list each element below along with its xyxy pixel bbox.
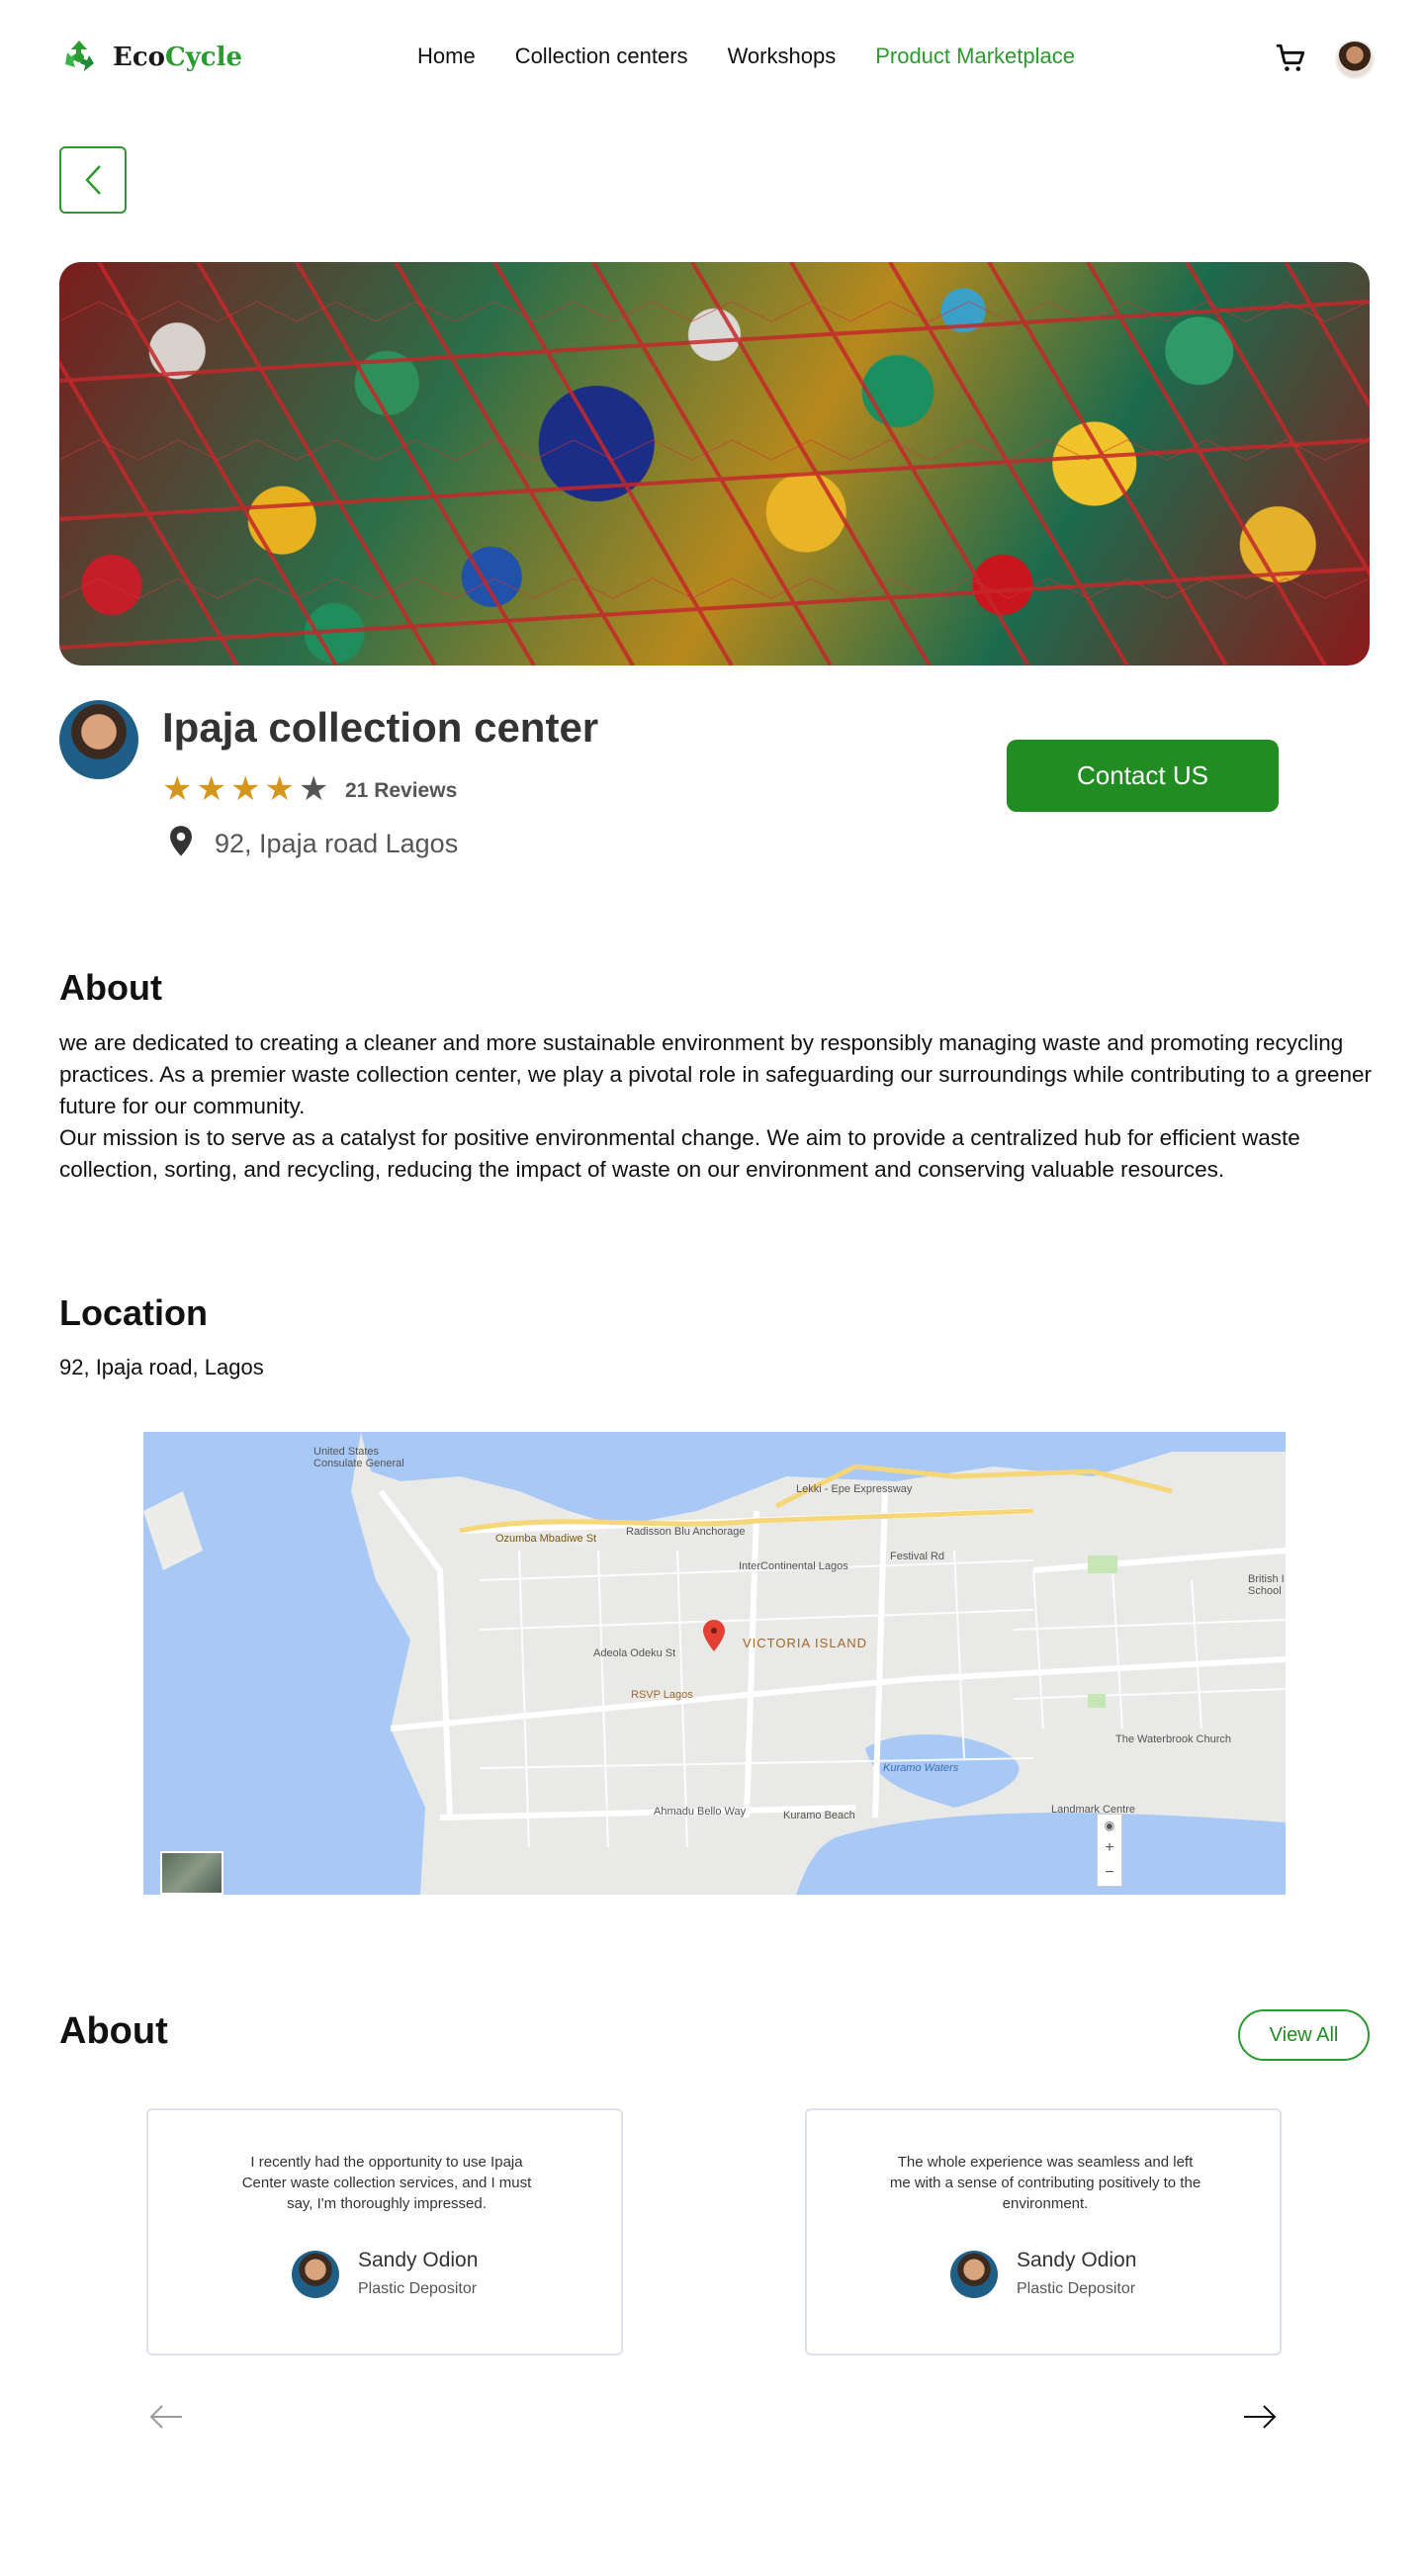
hero-image — [59, 262, 1370, 666]
location-pin-icon — [170, 826, 192, 856]
location-address: 92, Ipaja road, Lagos — [59, 1355, 264, 1379]
reviewer-role: Plastic Depositor — [358, 2280, 478, 2297]
star-icon: ★ — [264, 769, 295, 809]
map-label-landmark: Landmark Centre — [1051, 1804, 1135, 1816]
about-heading: About — [59, 967, 162, 1008]
reviews-count[interactable]: 21 Reviews — [345, 779, 457, 803]
rating-stars: ★ ★ ★ ★ ★ — [162, 772, 328, 806]
review-quote: I recently had the opportunity to use Ip… — [241, 2154, 532, 2212]
map-label-radisson: Radisson Blu Anchorage — [626, 1526, 746, 1538]
satellite-toggle[interactable] — [160, 1851, 223, 1895]
logo-text: EcoCycle — [113, 43, 243, 72]
view-all-button[interactable]: View All — [1238, 2009, 1370, 2061]
nav-link-home[interactable]: Home — [417, 44, 476, 69]
reviews-heading: About — [59, 2010, 168, 2052]
star-icon: ★ — [298, 769, 329, 809]
reviewer-name: Sandy Odion — [358, 2249, 479, 2271]
review-card: The whole experience was seamless and le… — [805, 2108, 1282, 2355]
map-label-consulate: United States Consulate General — [313, 1446, 404, 1469]
center-address: 92, Ipaja road Lagos — [215, 829, 459, 858]
nav-link-workshops[interactable]: Workshops — [728, 44, 837, 69]
center-avatar — [59, 700, 138, 779]
chevron-left-icon — [85, 165, 101, 195]
star-icon: ★ — [162, 769, 193, 809]
contact-us-button[interactable]: Contact US — [1007, 740, 1279, 812]
recycle-logo-icon — [60, 39, 98, 76]
map-label-waterbrook: The Waterbrook Church — [1115, 1733, 1231, 1745]
arrow-left-icon[interactable] — [148, 2403, 184, 2431]
logo[interactable]: EcoCycle — [59, 38, 242, 77]
location-heading: Location — [59, 1292, 208, 1333]
top-navigation: EcoCycle Home Collection centers Worksho… — [0, 0, 1424, 119]
review-card: I recently had the opportunity to use Ip… — [146, 2108, 623, 2355]
map-label-british-school: British I School — [1248, 1573, 1285, 1597]
star-icon: ★ — [196, 769, 226, 809]
map-locate-icon[interactable]: ◉ — [1105, 1819, 1114, 1832]
cart-icon[interactable] — [1274, 42, 1307, 75]
map-zoom-controls: ◉ + − — [1097, 1814, 1122, 1887]
map-label-festival: Festival Rd — [890, 1551, 945, 1562]
map-label-lekki-express: Lekki - Epe Expressway — [796, 1483, 913, 1495]
reviewer-name: Sandy Odion — [1017, 2249, 1137, 2271]
user-avatar[interactable] — [1335, 40, 1375, 79]
map-label-ozumba: Ozumba Mbadiwe St — [495, 1533, 597, 1545]
center-name: Ipaja collection center — [162, 704, 599, 751]
reviewer-role: Plastic Depositor — [1017, 2280, 1136, 2297]
map-label-victoria-island: VICTORIA ISLAND — [743, 1636, 868, 1650]
star-icon: ★ — [229, 769, 261, 809]
about-text: we are dedicated to creating a cleaner a… — [59, 1027, 1384, 1186]
back-button[interactable] — [59, 146, 127, 214]
zoom-in-button[interactable]: + — [1105, 1839, 1113, 1857]
map-label-ahmadu: Ahmadu Bello Way — [654, 1806, 747, 1818]
nav-link-collection-centers[interactable]: Collection centers — [515, 44, 688, 69]
zoom-out-button[interactable]: − — [1105, 1864, 1113, 1882]
about-paragraph-1: we are dedicated to creating a cleaner a… — [59, 1030, 1372, 1118]
nav-link-product-marketplace[interactable]: Product Marketplace — [875, 44, 1075, 69]
map-label-intercontinental: InterContinental Lagos — [739, 1560, 848, 1572]
arrow-right-icon[interactable] — [1242, 2403, 1278, 2431]
reviewer-avatar — [950, 2251, 998, 2298]
review-quote: The whole experience was seamless and le… — [889, 2154, 1202, 2212]
map-label-kuramo-waters: Kuramo Waters — [883, 1762, 959, 1774]
map-label-kuramo-beach: Kuramo Beach — [783, 1810, 855, 1821]
map-label-adeola: Adeola Odeku St — [593, 1647, 676, 1659]
map-label-rsvp: RSVP Lagos — [631, 1689, 693, 1701]
nav-links: Home Collection centers Workshops Produc… — [417, 44, 1114, 69]
reviewer-avatar — [292, 2251, 339, 2298]
about-paragraph-2: Our mission is to serve as a catalyst fo… — [59, 1125, 1300, 1182]
